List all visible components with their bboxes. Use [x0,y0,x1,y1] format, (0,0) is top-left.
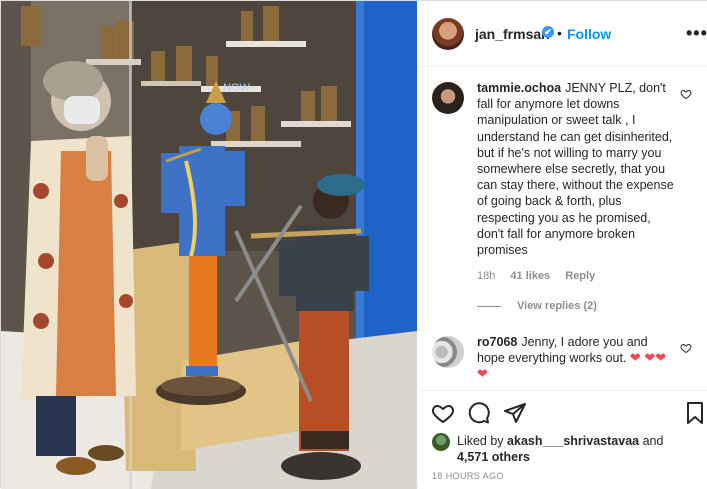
follow-button[interactable]: Follow [567,26,611,42]
comment-meta: 18h 41 likes Reply [477,270,607,282]
liked-by-avatar[interactable] [432,433,450,451]
comment-text: JENNY PLZ, don't fall for anymore let do… [477,81,674,258]
heart-icon[interactable] [431,401,455,425]
view-replies-label: View replies (2) [517,300,597,312]
instagram-post-modal: NOW jan_frmsan ✔ • Follow ••• tammie.och… [0,0,707,489]
verified-badge-icon: ✔ [542,26,554,38]
commenter-avatar[interactable] [432,336,464,368]
owner-avatar[interactable] [432,18,464,50]
liked-by-text: Liked by akash___shrivastavaa and 4,571 … [457,433,697,465]
shop-sign-text: NOW [223,82,251,94]
liked-by-others[interactable]: 4,571 others [457,450,530,464]
header-separator: • [557,25,562,41]
share-icon[interactable] [503,401,527,425]
more-options-icon[interactable]: ••• [686,23,707,44]
liked-by-username[interactable]: akash___shrivastavaa [507,434,639,448]
reply-button[interactable]: Reply [565,270,595,282]
comments-list[interactable]: tammie.ochoa JENNY PLZ, don't fall for an… [418,68,707,389]
comment-body: ro7068 Jenny, I adore you and hope everyt… [477,334,677,383]
liked-by-and: and [642,434,664,448]
view-replies-button[interactable]: View replies (2) [477,300,597,312]
comment-icon[interactable] [467,401,491,425]
comment-age: 18h [477,270,496,282]
comment-username[interactable]: tammie.ochoa [477,81,561,95]
post-photo[interactable]: NOW [1,1,417,489]
view-replies-line [477,305,501,307]
comment-username[interactable]: ro7068 [477,335,517,349]
bookmark-icon[interactable] [683,401,707,425]
post-timestamp: 18 HOURS AGO [432,471,504,481]
commenter-avatar[interactable] [432,82,464,114]
post-photo-illustration: NOW [1,1,417,489]
post-sidebar: jan_frmsan ✔ • Follow ••• tammie.ochoa JE… [418,1,707,489]
comment-like-heart-icon[interactable] [680,88,692,100]
liked-by-prefix: Liked by [457,434,504,448]
comment-body: tammie.ochoa JENNY PLZ, don't fall for an… [477,80,677,258]
comment-like-heart-icon[interactable] [680,342,692,354]
comment-likes[interactable]: 41 likes [510,270,550,282]
post-header: jan_frmsan ✔ • Follow ••• [418,1,707,67]
owner-username[interactable]: jan_frmsan [475,26,550,42]
